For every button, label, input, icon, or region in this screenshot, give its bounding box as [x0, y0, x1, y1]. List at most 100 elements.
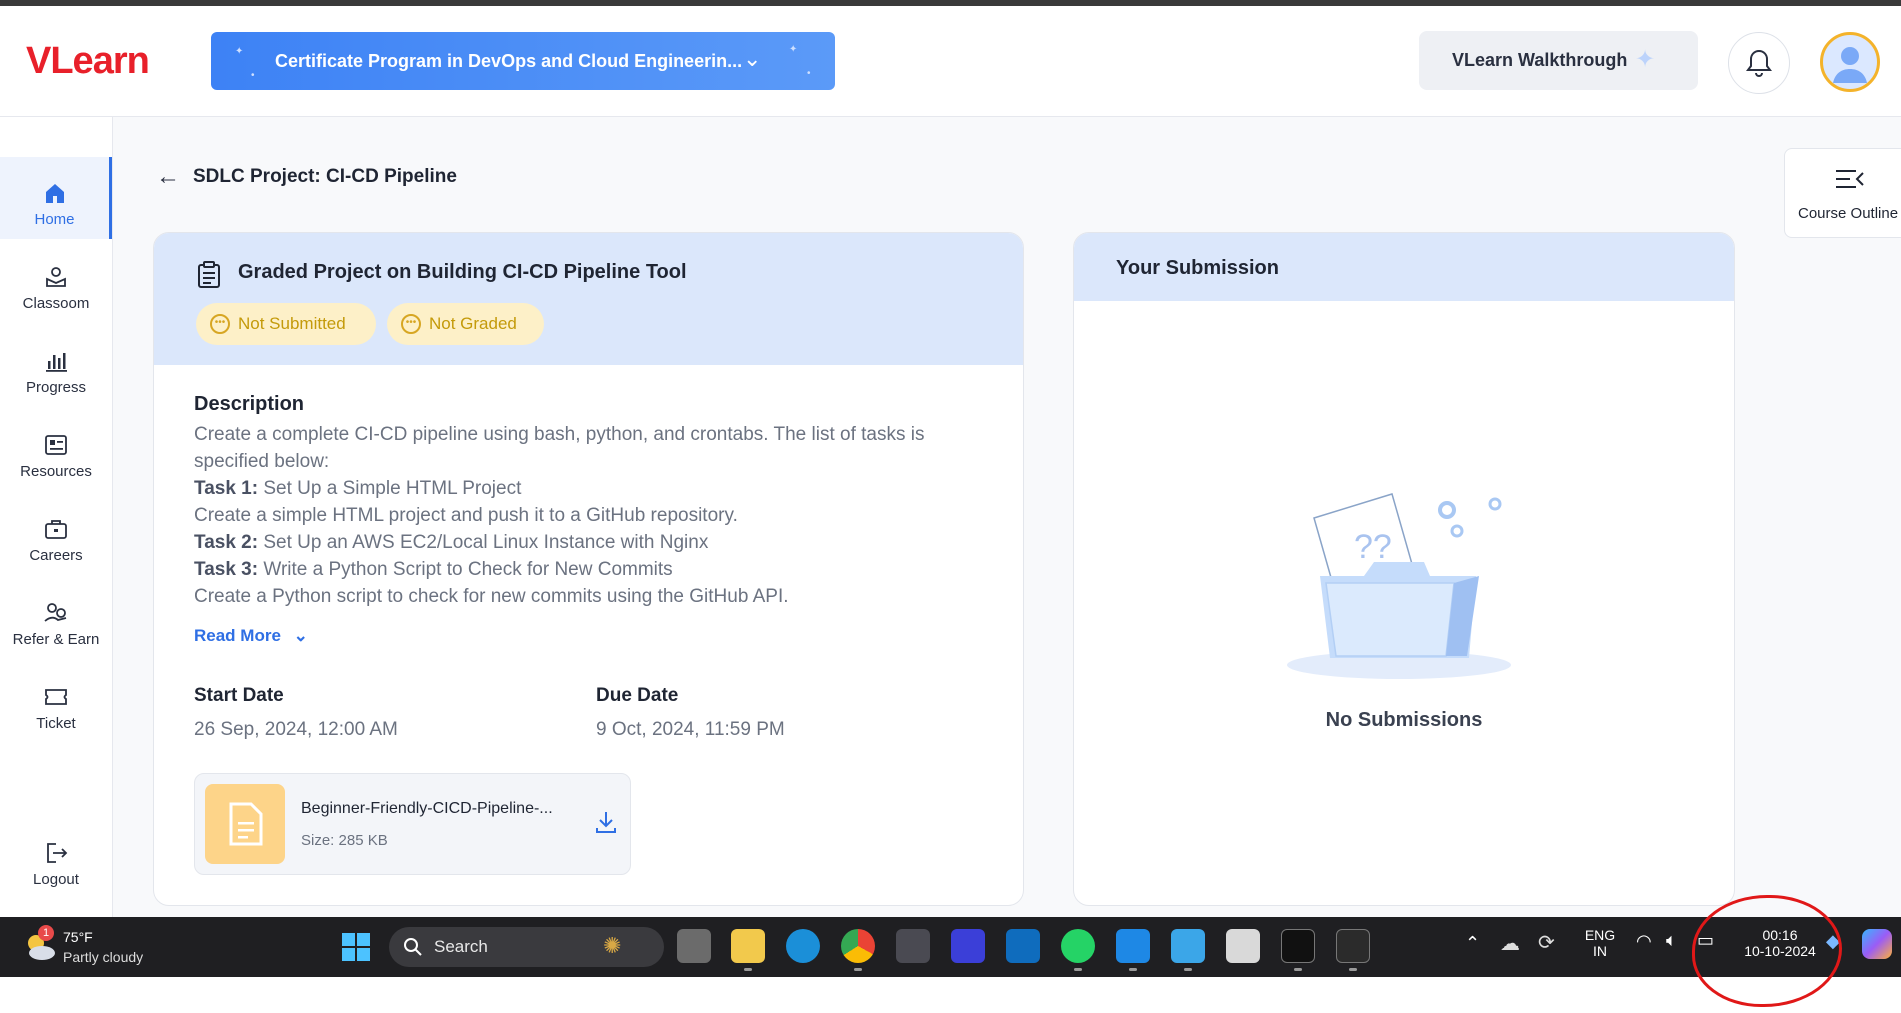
task-view-icon[interactable] — [677, 929, 711, 963]
clipboard-icon — [198, 261, 220, 288]
copilot-icon[interactable] — [1862, 929, 1892, 959]
outlook-icon[interactable] — [1006, 929, 1040, 963]
notifications-button[interactable] — [1728, 32, 1790, 94]
weather-alert-badge: 1 — [38, 925, 54, 941]
task-3-detail: Create a Python script to check for new … — [194, 586, 789, 607]
sidebar-item-label: Home — [34, 211, 75, 228]
submission-card: Your Submission ?? No Submissions — [1073, 232, 1735, 906]
input-language-indicator[interactable]: ENG IN — [1580, 927, 1620, 959]
status-badge-label: Not Graded — [429, 314, 517, 333]
sidebar-item-progress[interactable]: Progress — [0, 325, 112, 407]
user-avatar[interactable] — [1820, 32, 1880, 92]
running-indicator — [854, 968, 862, 971]
pending-icon: ••• — [401, 314, 421, 334]
search-icon — [404, 938, 422, 956]
app-m-icon[interactable] — [951, 929, 985, 963]
classroom-icon — [46, 267, 66, 287]
volume-icon[interactable]: 🔈︎ — [1666, 930, 1677, 951]
read-more-link[interactable]: Read More ⌄ — [194, 626, 308, 646]
project-card-header: Graded Project on Building CI-CD Pipelin… — [154, 233, 1023, 365]
sidebar-item-classroom[interactable]: Classoom — [0, 241, 112, 323]
sparkle-icon: • — [807, 68, 811, 79]
task-label: Task 2: — [194, 532, 259, 553]
notepad-icon[interactable] — [1171, 929, 1205, 963]
logout-icon — [47, 843, 68, 863]
wifi-icon[interactable]: ◠ — [1636, 931, 1652, 952]
attachment-name: Beginner-Friendly-CICD-Pipeline-... — [301, 800, 553, 817]
description-heading: Description — [194, 393, 305, 415]
sidebar-item-label: Classoom — [22, 295, 90, 312]
status-badge-label: Not Submitted — [238, 314, 346, 333]
sidebar-item-label: Resources — [20, 463, 92, 480]
task-label: Task 1: — [194, 478, 259, 499]
chevron-down-icon: ⌄ — [743, 46, 762, 71]
sparkle-icon: • — [251, 70, 255, 81]
logout-label: Logout — [33, 871, 79, 888]
back-arrow-icon[interactable]: ← — [156, 163, 180, 191]
empty-state-message: No Submissions — [1325, 709, 1483, 731]
sparkle-icon: ✦ — [235, 46, 244, 57]
task-text: Write a Python Script to Check for New C… — [258, 559, 673, 580]
weather-temperature: 75°F — [63, 929, 93, 945]
bell-icon — [1746, 49, 1772, 78]
project-title: Graded Project on Building CI-CD Pipelin… — [238, 261, 687, 283]
walkthrough-label: VLearn Walkthrough — [1452, 50, 1628, 70]
task-label: Task 3: — [194, 559, 259, 580]
walkthrough-button[interactable]: VLearn Walkthrough ✦ — [1419, 31, 1698, 90]
chevron-up-icon[interactable]: ⌃ — [1465, 933, 1480, 954]
sidebar-item-refer-earn[interactable]: Refer & Earn — [0, 577, 112, 659]
top-header: VLearn ✦ • Certificate Program in DevOps… — [0, 6, 1901, 117]
page-title: SDLC Project: CI-CD Pipeline — [193, 166, 457, 187]
vscode-icon[interactable] — [1116, 929, 1150, 963]
status-badge-grading: ••• Not Graded — [387, 303, 544, 345]
submission-card-header: Your Submission — [1074, 233, 1734, 301]
chrome-icon[interactable] — [841, 929, 875, 963]
start-date-value: 26 Sep, 2024, 12:00 AM — [194, 719, 398, 740]
sidebar-item-home[interactable]: Home — [0, 157, 112, 239]
terminal-icon[interactable] — [1281, 929, 1315, 963]
sidebar-item-label: Progress — [25, 379, 87, 396]
command-prompt-icon[interactable] — [1336, 929, 1370, 963]
task-text: Set Up a Simple HTML Project — [258, 478, 522, 499]
running-indicator — [1349, 968, 1357, 971]
sidebar-item-resources[interactable]: Resources — [0, 409, 112, 491]
windows-taskbar: 1 75°F Partly cloudy Search ✺ ⌃ ☁ ⟳ ENG … — [0, 917, 1901, 977]
sparkle-icon: ✦ — [789, 44, 798, 55]
due-date-value: 9 Oct, 2024, 11:59 PM — [596, 719, 785, 740]
description-body: Create a complete CI-CD pipeline using b… — [194, 421, 994, 610]
running-indicator — [1294, 968, 1302, 971]
home-icon — [45, 184, 64, 203]
windows-start-icon[interactable] — [342, 933, 370, 961]
read-more-label: Read More — [194, 626, 281, 645]
description-intro: Create a complete CI-CD pipeline using b… — [194, 424, 925, 472]
attachment-size: Size: 285 KB — [301, 832, 388, 849]
onedrive-icon[interactable]: ☁ — [1500, 931, 1520, 956]
file-explorer-icon[interactable] — [731, 929, 765, 963]
sync-icon[interactable]: ⟳ — [1538, 930, 1555, 955]
chevron-down-icon: ⌄ — [293, 626, 308, 645]
menu-collapse-icon — [1836, 170, 1864, 188]
document-icon — [205, 784, 285, 864]
weather-description: Partly cloudy — [63, 949, 144, 965]
task-1: Task 1: Set Up a Simple HTML Project — [194, 475, 994, 502]
whatsapp-icon[interactable] — [1061, 929, 1095, 963]
app-cube-icon[interactable] — [896, 929, 930, 963]
svg-text:??: ?? — [1354, 528, 1392, 566]
taskbar-search-box[interactable]: Search ✺ — [389, 927, 664, 967]
task-3: Task 3: Write a Python Script to Check f… — [194, 556, 994, 583]
running-indicator — [1129, 968, 1137, 971]
screen-bottom-margin — [0, 977, 1901, 1013]
sidebar-item-ticket[interactable]: Ticket — [0, 661, 112, 743]
edge-icon[interactable] — [786, 929, 820, 963]
course-outline-button[interactable]: Course Outline — [1784, 148, 1901, 238]
pending-icon: ••• — [210, 314, 230, 334]
sidebar-item-label: Ticket — [36, 715, 76, 732]
vlearn-logo[interactable]: VLearn — [26, 40, 150, 83]
attachment-card[interactable]: Beginner-Friendly-CICD-Pipeline-... Size… — [194, 773, 631, 875]
logout-button[interactable]: Logout — [0, 817, 112, 899]
download-icon[interactable] — [593, 808, 619, 836]
course-select-dropdown[interactable]: ✦ • Certificate Program in DevOps and Cl… — [211, 32, 835, 90]
project-card: Graded Project on Building CI-CD Pipelin… — [153, 232, 1024, 906]
sidebar-item-careers[interactable]: Careers — [0, 493, 112, 575]
snipping-tool-icon[interactable] — [1226, 929, 1260, 963]
